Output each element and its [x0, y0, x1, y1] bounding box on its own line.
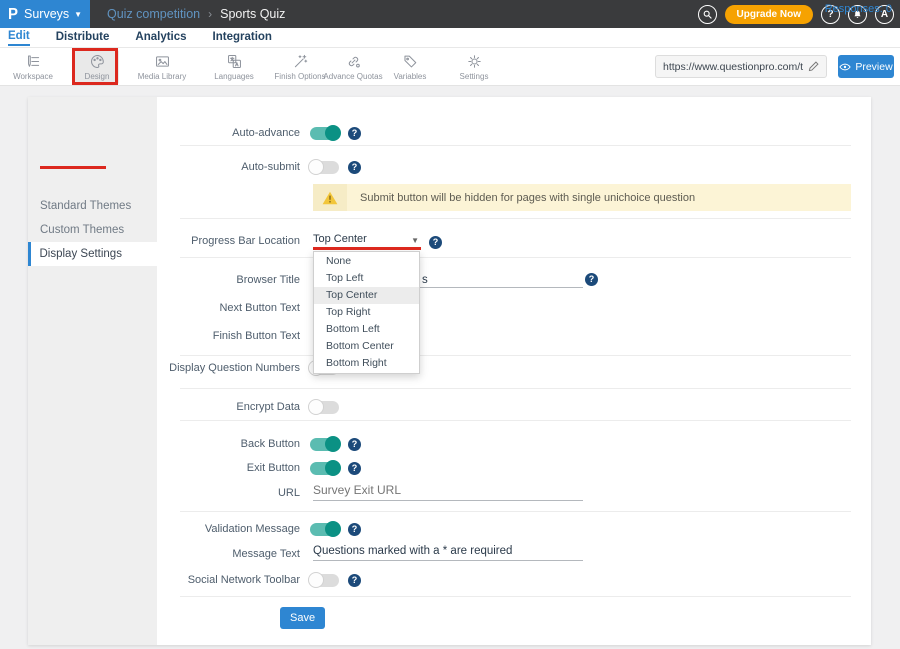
edit-pencil-icon[interactable]: [807, 60, 820, 73]
warning-triangle-icon: [322, 191, 338, 205]
toolbar-item-variables[interactable]: Variables: [375, 50, 445, 84]
dropdown-option[interactable]: Top Center: [314, 287, 419, 304]
product-name: Surveys: [24, 7, 69, 21]
chevron-down-icon: ▼: [411, 236, 419, 245]
auto-submit-toggle[interactable]: [310, 161, 339, 174]
exit-url-input[interactable]: [313, 483, 583, 501]
auto-submit-warning: Submit button will be hidden for pages w…: [313, 184, 851, 211]
app-root: P Surveys ▼ Quiz competition › Sports Qu…: [0, 0, 900, 649]
toggle-knob: [325, 521, 341, 537]
divider: [180, 388, 851, 389]
auto-submit-help-icon[interactable]: ?: [348, 161, 361, 174]
social-network-toolbar-toggle[interactable]: [310, 574, 339, 587]
back-button-help-icon[interactable]: ?: [348, 438, 361, 451]
nav-tab-integration[interactable]: Integration: [213, 31, 272, 45]
divider: [180, 596, 851, 597]
topbar: P Surveys ▼ Quiz competition › Sports Qu…: [0, 0, 900, 28]
warning-icon-strip: [313, 184, 347, 211]
responses-count[interactable]: Responses: 0: [825, 3, 892, 15]
toggle-knob: [308, 159, 324, 175]
eye-icon: [839, 63, 851, 71]
questionpro-logo-icon: P: [8, 6, 18, 22]
breadcrumb-current: Sports Quiz: [220, 7, 285, 21]
auto-advance-toggle[interactable]: [310, 127, 339, 140]
divider: [180, 145, 851, 146]
nav-tab-edit[interactable]: Edit: [8, 30, 30, 46]
validation-message-toggle[interactable]: [310, 523, 339, 536]
survey-link-box: [655, 55, 827, 78]
survey-link-input[interactable]: [656, 61, 807, 73]
product-switcher[interactable]: P Surveys ▼: [0, 0, 90, 28]
auto-advance-help-icon[interactable]: ?: [348, 127, 361, 140]
validation-message-help-icon[interactable]: ?: [348, 523, 361, 536]
divider: [180, 420, 851, 421]
advance-quotas-icon: [345, 53, 362, 70]
dropdown-option[interactable]: Bottom Center: [314, 338, 419, 355]
dropdown-option[interactable]: None: [314, 253, 419, 270]
dropdown-option[interactable]: Top Right: [314, 304, 419, 321]
toolbar-item-languages[interactable]: Languages: [199, 50, 269, 84]
toggle-knob: [308, 399, 324, 415]
nav-tab-analytics[interactable]: Analytics: [135, 31, 186, 45]
breadcrumb-separator-icon: ›: [208, 7, 212, 21]
finish-options-icon: [292, 53, 309, 70]
workspace-icon: [25, 53, 42, 70]
preview-button[interactable]: Preview: [838, 55, 894, 78]
breadcrumb: Quiz competition › Sports Quiz: [90, 7, 285, 21]
toggle-knob: [325, 125, 341, 141]
toolbar-item-workspace[interactable]: Workspace: [0, 50, 68, 84]
exit-button-toggle[interactable]: [310, 462, 339, 475]
browser-title-help-icon[interactable]: ?: [585, 273, 598, 286]
design-palette-icon: [89, 53, 106, 70]
search-button[interactable]: [698, 5, 717, 24]
divider: [180, 355, 851, 356]
languages-icon: [226, 53, 243, 70]
divider: [180, 257, 851, 258]
breadcrumb-parent-link[interactable]: Quiz competition: [107, 7, 200, 21]
media-library-icon: [154, 53, 171, 70]
dropdown-option[interactable]: Bottom Left: [314, 321, 419, 338]
divider: [180, 218, 851, 219]
nav-tab-distribute[interactable]: Distribute: [56, 31, 110, 45]
sidebar-item-display-settings[interactable]: Display Settings: [28, 242, 157, 266]
select-value: Top Center: [313, 233, 367, 245]
toggle-knob: [308, 572, 324, 588]
message-text-input[interactable]: [313, 545, 583, 561]
survey-nav: Edit Distribute Analytics Integration: [0, 28, 900, 48]
browser-title-visible-text: s: [422, 274, 428, 286]
back-button-toggle[interactable]: [310, 438, 339, 451]
progress-bar-location-select[interactable]: Top Center ▼: [313, 233, 421, 249]
variables-icon: [402, 53, 419, 70]
toggle-knob: [325, 436, 341, 452]
design-sidebar: Standard Themes Custom Themes Display Se…: [28, 97, 157, 645]
warning-text: Submit button will be hidden for pages w…: [360, 192, 695, 204]
chevron-down-icon: ▼: [74, 10, 82, 19]
save-button[interactable]: Save: [280, 607, 325, 629]
social-network-toolbar-help-icon[interactable]: ?: [348, 574, 361, 587]
search-icon: [702, 9, 713, 20]
sidebar-item-custom-themes[interactable]: Custom Themes: [28, 218, 157, 242]
dropdown-option[interactable]: Bottom Right: [314, 355, 419, 372]
toolbar-item-settings[interactable]: Settings: [439, 50, 509, 84]
toolbar-item-media-library[interactable]: Media Library: [127, 50, 197, 84]
toolbar-item-design[interactable]: Design: [62, 50, 132, 84]
settings-icon: [466, 53, 483, 70]
toggle-knob: [325, 460, 341, 476]
progress-bar-location-dropdown: None Top Left Top Center Top Right Botto…: [313, 251, 420, 374]
sidebar-item-standard-themes[interactable]: Standard Themes: [28, 194, 157, 218]
encrypt-data-toggle[interactable]: [310, 401, 339, 414]
progress-bar-help-icon[interactable]: ?: [429, 236, 442, 249]
exit-button-help-icon[interactable]: ?: [348, 462, 361, 475]
dropdown-option[interactable]: Top Left: [314, 270, 419, 287]
divider: [180, 511, 851, 512]
upgrade-now-button[interactable]: Upgrade Now: [725, 5, 813, 24]
